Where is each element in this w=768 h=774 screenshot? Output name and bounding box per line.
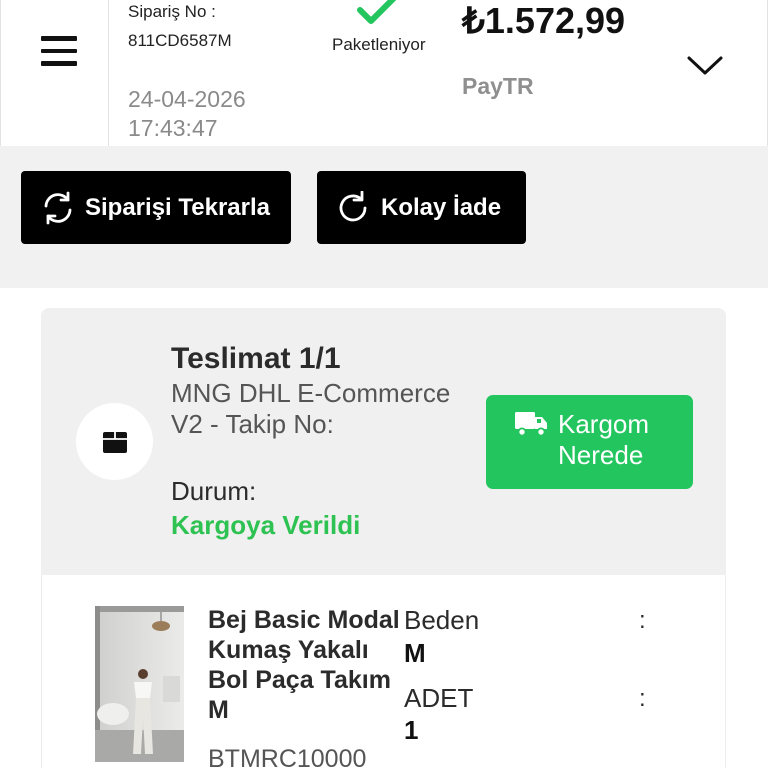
refresh-icon (44, 191, 72, 224)
quantity-value: 1 (404, 715, 419, 745)
order-actions: Siparişi Tekrarla Kolay İade (0, 146, 768, 288)
shipment-card: Teslimat 1/1 MNG DHL E-Commerce V2 - Tak… (41, 308, 726, 575)
truck-icon (515, 412, 547, 437)
product-name: Bej Basic Modal Kumaş Yakalı Bol Paça Ta… (208, 606, 400, 724)
shipment-status: Kargoya Verildi (171, 510, 361, 540)
product-image[interactable] (95, 606, 184, 762)
redo-icon (339, 190, 367, 221)
chevron-down-icon[interactable] (686, 54, 724, 78)
quantity-separator: : (639, 685, 646, 712)
shipment-status-label: Durum: (171, 476, 257, 506)
package-badge (76, 403, 153, 480)
shipment-carrier: MNG DHL E-Commerce V2 - Takip No: (171, 378, 451, 439)
repeat-order-button[interactable]: Siparişi Tekrarla (21, 171, 291, 244)
repeat-order-label: Siparişi Tekrarla (85, 193, 270, 221)
order-date: 24-04-2026 (128, 86, 246, 112)
track-shipment-button[interactable]: Kargom Nerede (486, 395, 693, 489)
shipment-title: Teslimat 1/1 (171, 342, 341, 375)
order-time: 17:43:47 (128, 115, 218, 141)
order-header[interactable]: Sipariş No : 811CD6587M 24-04-2026 17:43… (0, 0, 768, 146)
product-sku: BTMRC10000 (208, 745, 367, 773)
product-row: Bej Basic Modal Kumaş Yakalı Bol Paça Ta… (41, 575, 726, 773)
box-icon (102, 431, 127, 453)
size-separator: : (639, 607, 646, 634)
size-label: Beden (404, 605, 480, 635)
order-datetime: 24-04-2026 17:43:47 (128, 85, 246, 143)
menu-cell[interactable] (0, 0, 109, 146)
easy-return-label: Kolay İade (381, 193, 502, 221)
check-icon (357, 0, 397, 24)
hamburger-icon[interactable] (41, 36, 77, 66)
order-status: Paketleniyor (332, 35, 426, 54)
quantity-label: ADET (404, 683, 474, 713)
order-number: 811CD6587M (128, 31, 232, 50)
order-number-label: Sipariş No : (128, 2, 216, 21)
track-shipment-label: Kargom Nerede (558, 409, 650, 470)
order-total: ₺1.572,99 (462, 0, 626, 41)
size-value: M (404, 638, 426, 668)
easy-return-button[interactable]: Kolay İade (317, 171, 526, 244)
payment-method: PayTR (462, 73, 534, 99)
